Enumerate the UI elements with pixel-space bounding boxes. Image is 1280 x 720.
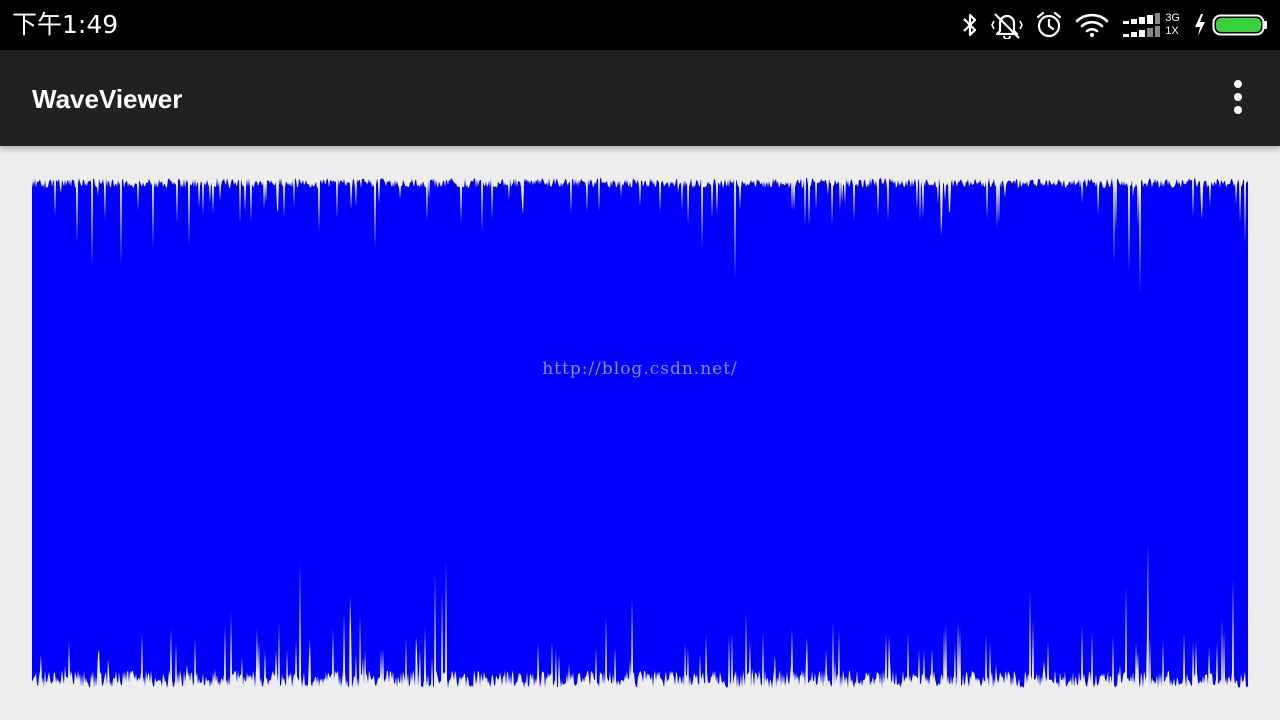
app-bar: WaveViewer (0, 50, 1280, 146)
network-type-top: 3G (1165, 12, 1180, 24)
status-icons: 3G 1X (949, 9, 1268, 41)
charging-icon (1194, 14, 1206, 36)
signal-icon (1123, 12, 1161, 38)
wifi-icon (1075, 12, 1109, 38)
waveform-view: http://blog.csdn.net/ (32, 176, 1248, 690)
status-time: 下午1:49 (12, 10, 119, 39)
network-type: 3G 1X (1165, 12, 1180, 38)
battery-icon (1212, 13, 1268, 37)
network-type-bottom: 1X (1165, 25, 1179, 37)
alarm-icon (1035, 11, 1063, 39)
more-vert-icon (1234, 80, 1242, 114)
bluetooth-icon (961, 12, 979, 38)
waveform-canvas (32, 176, 1248, 690)
status-bar: 下午1:49 3G 1X (0, 0, 1280, 50)
waveform-body (32, 176, 1248, 690)
overflow-menu-button[interactable] (1226, 78, 1250, 118)
vibrate-icon (991, 11, 1024, 39)
app-title: WaveViewer (32, 84, 183, 114)
